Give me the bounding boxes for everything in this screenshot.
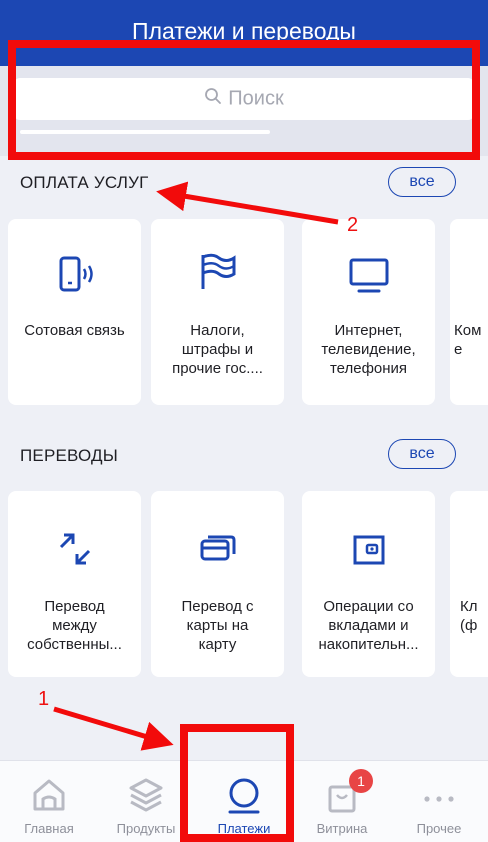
annotation-number-1: 1 [38,688,50,710]
annotation-arrows [53,181,339,751]
annotation-number-2: 2 [347,214,359,236]
